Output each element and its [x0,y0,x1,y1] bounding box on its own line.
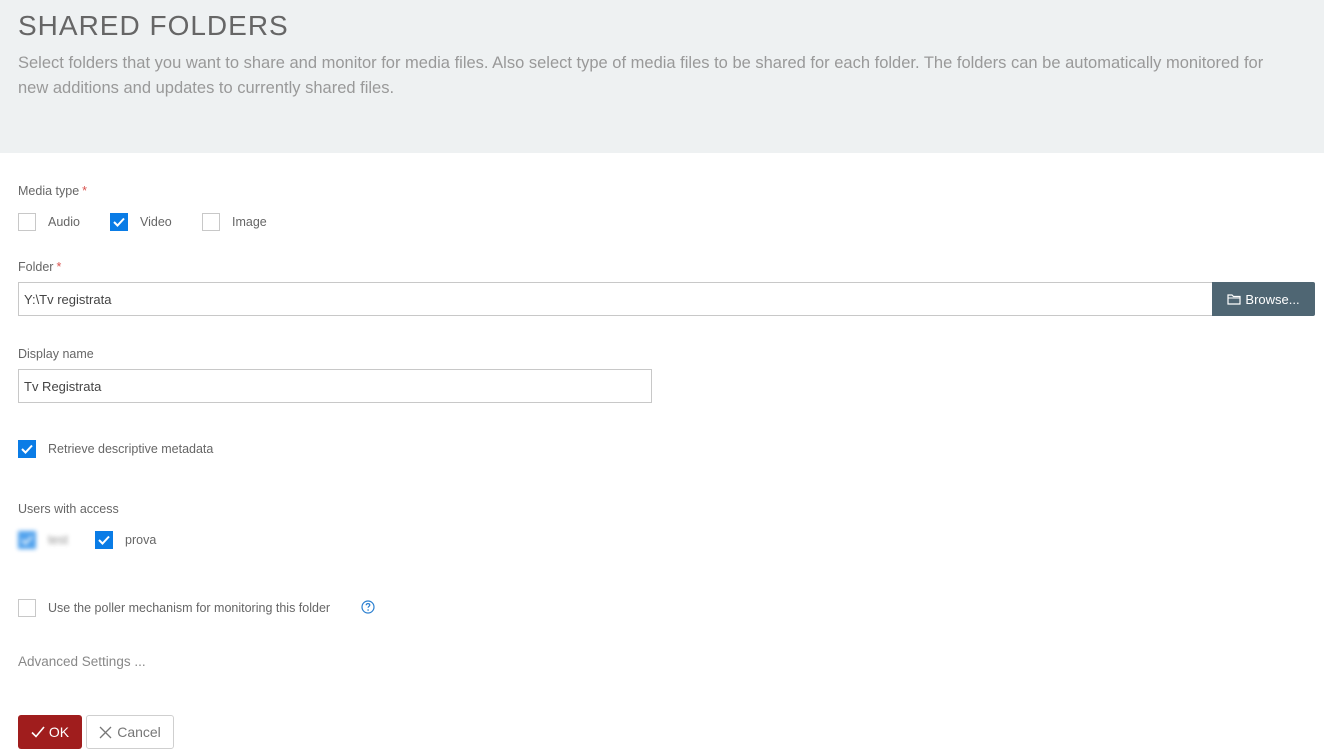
advanced-settings-link[interactable]: Advanced Settings ... [18,654,146,669]
help-icon[interactable] [361,600,375,614]
user-prova-label: prova [125,533,157,547]
metadata-checkbox[interactable] [18,440,36,458]
user-test-label: test [48,533,69,547]
page-title: SHARED FOLDERS [18,10,289,41]
folder-icon [1227,294,1242,305]
media-type-audio-checkbox[interactable] [18,213,36,231]
user-prova-checkbox[interactable] [95,531,113,549]
close-icon [99,726,112,738]
poller-label: Use the poller mechanism for monitoring … [48,601,331,615]
required-mark: * [82,184,88,198]
user-test-checkbox[interactable] [18,531,36,549]
checkmark-icon [31,726,45,738]
cancel-button-label: Cancel [117,724,161,740]
media-type-video-label: Video [140,215,172,229]
check-icon [113,217,125,227]
check-icon [98,535,110,545]
page-description: Select folders that you want to share an… [18,54,1264,97]
media-type-audio-label: Audio [48,215,80,229]
browse-button[interactable]: Browse... [1212,282,1315,316]
browse-button-label: Browse... [1245,291,1300,307]
media-type-label: Media type * [18,184,87,198]
folder-label-text: Folder [18,260,54,274]
users-label: Users with access [18,502,119,516]
poller-checkbox[interactable] [18,599,36,617]
display-name-input[interactable] [18,369,652,403]
folder-input[interactable] [18,282,1213,316]
media-type-video-checkbox[interactable] [110,213,128,231]
display-name-label: Display name [18,347,94,361]
media-type-image-checkbox[interactable] [202,213,220,231]
ok-button-label: OK [48,724,70,740]
check-icon [21,535,33,545]
metadata-label: Retrieve descriptive metadata [48,442,214,456]
media-type-image-label: Image [232,215,267,229]
required-mark: * [56,260,62,274]
media-type-label-text: Media type [18,184,80,198]
page-header: SHARED FOLDERS Select folders that you w… [0,0,1324,153]
folder-label: Folder * [18,260,61,274]
check-icon [21,444,33,454]
